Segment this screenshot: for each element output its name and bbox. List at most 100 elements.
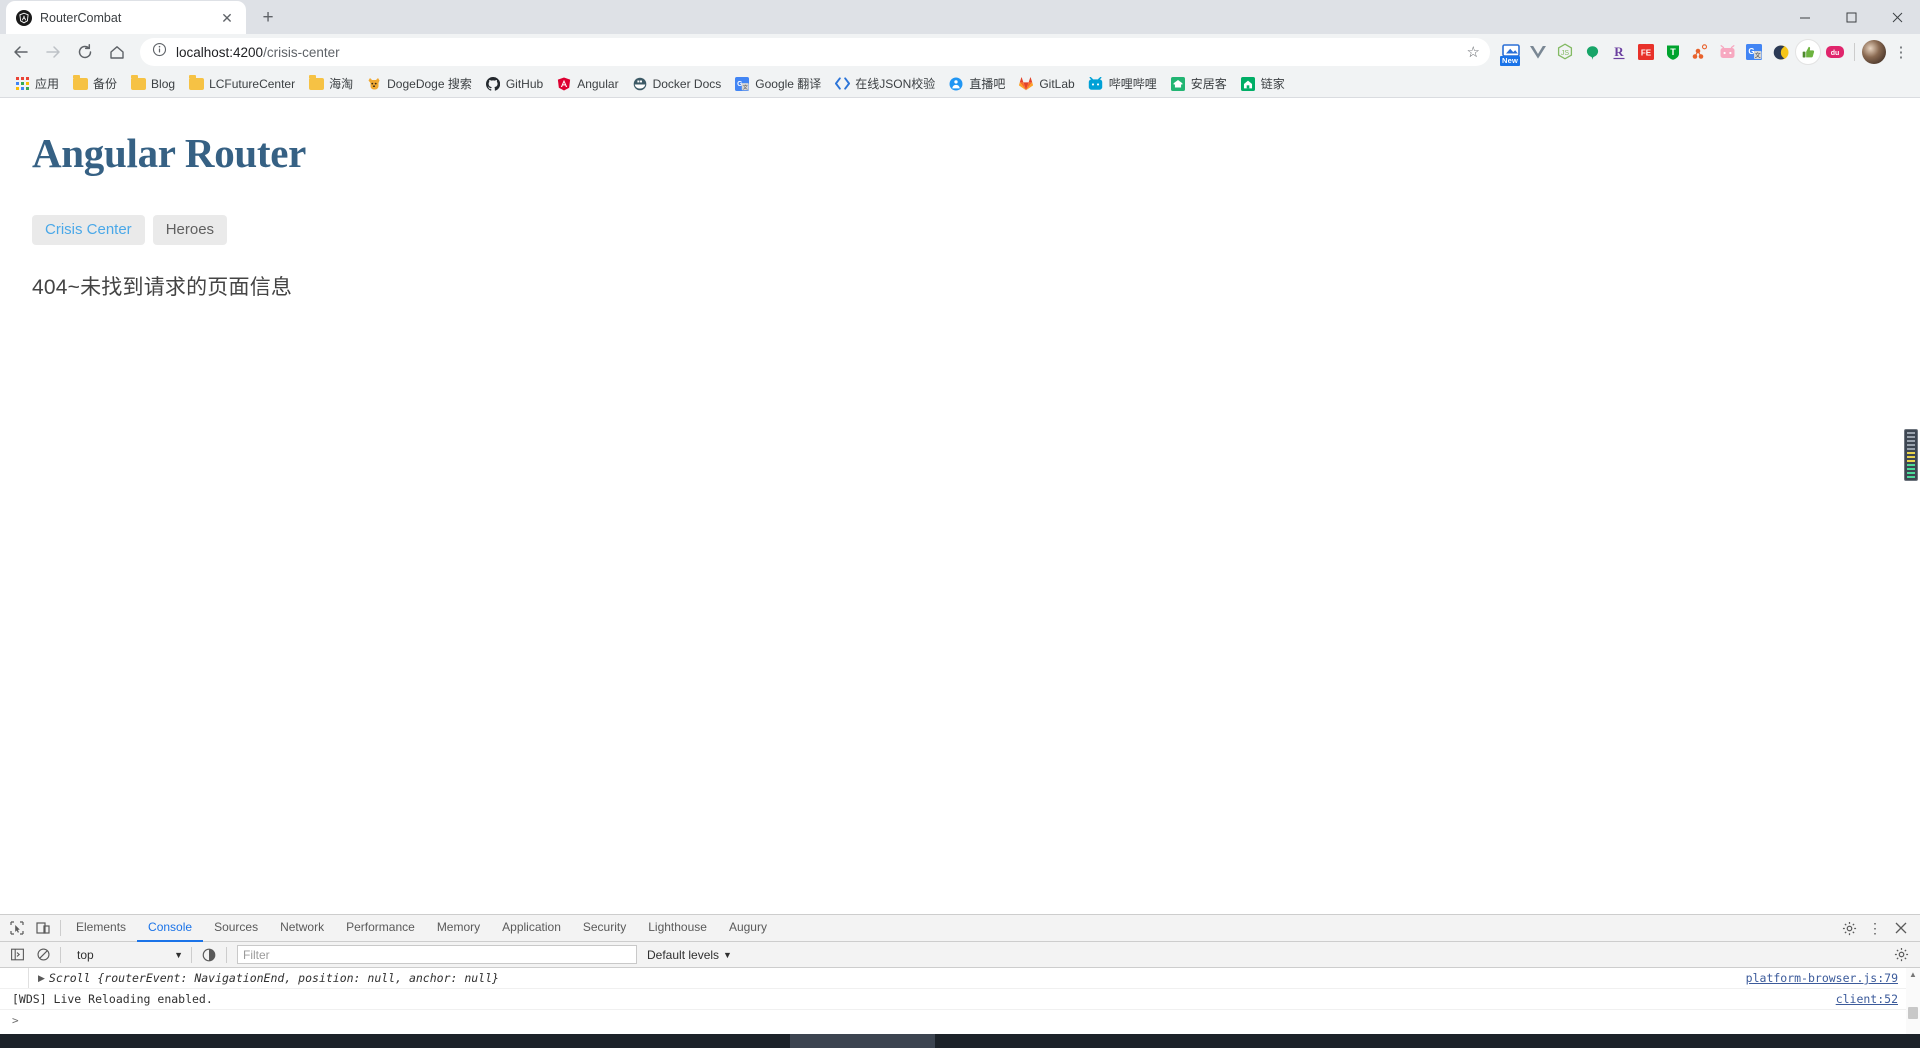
bookmark-folder-blog[interactable]: Blog: [124, 73, 181, 95]
nav-link-heroes[interactable]: Heroes: [152, 215, 228, 245]
bookmark-label: 链家: [1260, 77, 1285, 91]
node-graph-extension-icon[interactable]: [1687, 39, 1713, 65]
back-icon[interactable]: [6, 37, 36, 67]
bookmark-github[interactable]: GitHub: [479, 73, 549, 95]
bookmark-zhibo8[interactable]: 直播吧: [942, 72, 1011, 95]
anjuke-icon: [1170, 76, 1186, 92]
divider: [60, 920, 61, 936]
tampermonkey-extension-icon[interactable]: T: [1660, 39, 1686, 65]
clear-console-icon[interactable]: [30, 942, 56, 967]
tab-memory[interactable]: Memory: [426, 915, 491, 942]
bookmark-bilibili[interactable]: 哔哩哔哩: [1082, 72, 1163, 95]
bookmark-folder-lcfuturecenter[interactable]: LCFutureCenter: [182, 73, 301, 95]
browser-tab[interactable]: RouterCombat ✕: [6, 1, 246, 34]
inspect-element-icon[interactable]: [4, 916, 30, 941]
bookmark-gitlab[interactable]: GitLab: [1012, 73, 1080, 95]
minimize-icon[interactable]: [1782, 0, 1828, 34]
home-icon[interactable]: [102, 37, 132, 67]
info-circle-icon[interactable]: [152, 42, 167, 62]
gear-icon[interactable]: [1836, 916, 1862, 941]
google-translate-extension-icon[interactable]: G文: [1741, 39, 1767, 65]
green-drop-extension-icon[interactable]: [1579, 39, 1605, 65]
vue-devtools-extension-icon[interactable]: [1525, 39, 1551, 65]
tab-elements[interactable]: Elements: [65, 915, 137, 942]
log-source-link[interactable]: client:52: [1836, 992, 1898, 1006]
bookmark-google-translate[interactable]: G文 Google 翻译: [728, 72, 827, 95]
github-icon: [485, 76, 501, 92]
scroll-up-icon[interactable]: ▲: [1909, 970, 1917, 979]
bookmark-folder-haitao[interactable]: 海淘: [302, 72, 359, 95]
address-bar[interactable]: localhost:4200/crisis-center ☆: [140, 38, 1490, 66]
bookmark-anjuke[interactable]: 安居客: [1164, 72, 1233, 95]
device-toolbar-icon[interactable]: [30, 916, 56, 941]
kebab-menu-icon[interactable]: ⋮: [1888, 39, 1914, 65]
bookmark-apps[interactable]: 应用: [8, 72, 65, 95]
console-scrollbar[interactable]: ▲: [1906, 968, 1920, 1034]
nodejs-extension-icon[interactable]: JS: [1552, 39, 1578, 65]
new-tab-button[interactable]: +: [254, 3, 282, 31]
console-log-row[interactable]: [WDS] Live Reloading enabled. client:52: [0, 989, 1920, 1010]
folder-icon: [188, 74, 204, 92]
angular-icon: [556, 76, 572, 92]
bookmark-dogedoge[interactable]: DogeDoge 搜索: [360, 72, 478, 95]
bookmark-label: 备份: [93, 77, 118, 91]
r-letter-extension-icon[interactable]: R: [1606, 39, 1632, 65]
bookmark-angular[interactable]: Angular: [550, 73, 624, 95]
level-meter-widget[interactable]: [1904, 429, 1918, 481]
console-filter-input[interactable]: Filter: [237, 945, 637, 964]
bookmark-label: 在线JSON校验: [855, 77, 936, 91]
expand-arrow-icon[interactable]: ▶: [38, 973, 45, 984]
live-expression-icon[interactable]: [196, 942, 222, 967]
gear-icon[interactable]: [1888, 942, 1914, 967]
svg-text:R: R: [1614, 44, 1624, 59]
bookmark-json-validator[interactable]: 在线JSON校验: [828, 72, 941, 95]
svg-text:T: T: [1670, 47, 1676, 57]
page-title: Angular Router: [32, 130, 307, 176]
maximize-icon[interactable]: [1828, 0, 1874, 34]
log-levels-select[interactable]: Default levels ▼: [647, 948, 732, 962]
console-sidebar-icon[interactable]: [4, 942, 30, 967]
taskbar-active-window[interactable]: [790, 1034, 935, 1048]
log-source-link[interactable]: platform-browser.js:79: [1746, 971, 1898, 985]
folder-icon: [72, 74, 88, 92]
angular-app-root: Angular Router Crisis Center Heroes 404~…: [0, 99, 1920, 319]
tab-application[interactable]: Application: [491, 915, 572, 942]
bookmark-star-icon[interactable]: ☆: [1467, 45, 1482, 60]
close-icon[interactable]: ✕: [218, 9, 236, 27]
console-toolbar-actions: [1888, 942, 1920, 967]
bookmark-lianjia[interactable]: 链家: [1234, 72, 1291, 95]
du-extension-icon[interactable]: du: [1822, 39, 1848, 65]
angular-icon: [16, 9, 32, 26]
tv-pink-extension-icon[interactable]: [1714, 39, 1740, 65]
tab-network[interactable]: Network: [269, 915, 335, 942]
browser-chrome: RouterCombat ✕ + localhost:4200/crisis-c…: [0, 0, 1920, 98]
avatar[interactable]: [1861, 39, 1887, 65]
nav-link-crisis-center[interactable]: Crisis Center: [32, 215, 145, 245]
tab-sources[interactable]: Sources: [203, 915, 269, 942]
dark-mode-extension-icon[interactable]: [1768, 39, 1794, 65]
console-log-row[interactable]: ▶ Scroll {routerEvent: NavigationEnd, po…: [0, 968, 1920, 989]
bookmark-docker-docs[interactable]: Docker Docs: [626, 73, 728, 95]
forward-icon[interactable]: [38, 37, 68, 67]
prompt-caret-icon: >: [12, 1013, 19, 1027]
js-context-select[interactable]: top ▼: [69, 945, 187, 964]
reload-icon[interactable]: [70, 37, 100, 67]
tab-performance[interactable]: Performance: [335, 915, 426, 942]
screenshot-extension-icon[interactable]: New: [1498, 39, 1524, 66]
scrollbar-thumb[interactable]: [1908, 1007, 1918, 1019]
tab-console[interactable]: Console: [137, 915, 204, 942]
close-window-icon[interactable]: [1874, 0, 1920, 34]
kebab-menu-icon[interactable]: ⋮: [1862, 916, 1888, 941]
svg-text:du: du: [1831, 50, 1840, 57]
divider: [60, 946, 61, 963]
tab-lighthouse[interactable]: Lighthouse: [637, 915, 718, 942]
tab-security[interactable]: Security: [572, 915, 637, 942]
thumbs-up-extension-icon[interactable]: [1795, 39, 1821, 65]
tab-title: RouterCombat: [40, 10, 122, 25]
close-icon[interactable]: [1888, 916, 1914, 941]
bookmark-folder-beifen[interactable]: 备份: [66, 72, 123, 95]
console-prompt[interactable]: >: [0, 1010, 1920, 1030]
url-text: localhost:4200/crisis-center: [176, 45, 1458, 60]
tab-augury[interactable]: Augury: [718, 915, 778, 942]
fe-helper-extension-icon[interactable]: FE: [1633, 39, 1659, 65]
